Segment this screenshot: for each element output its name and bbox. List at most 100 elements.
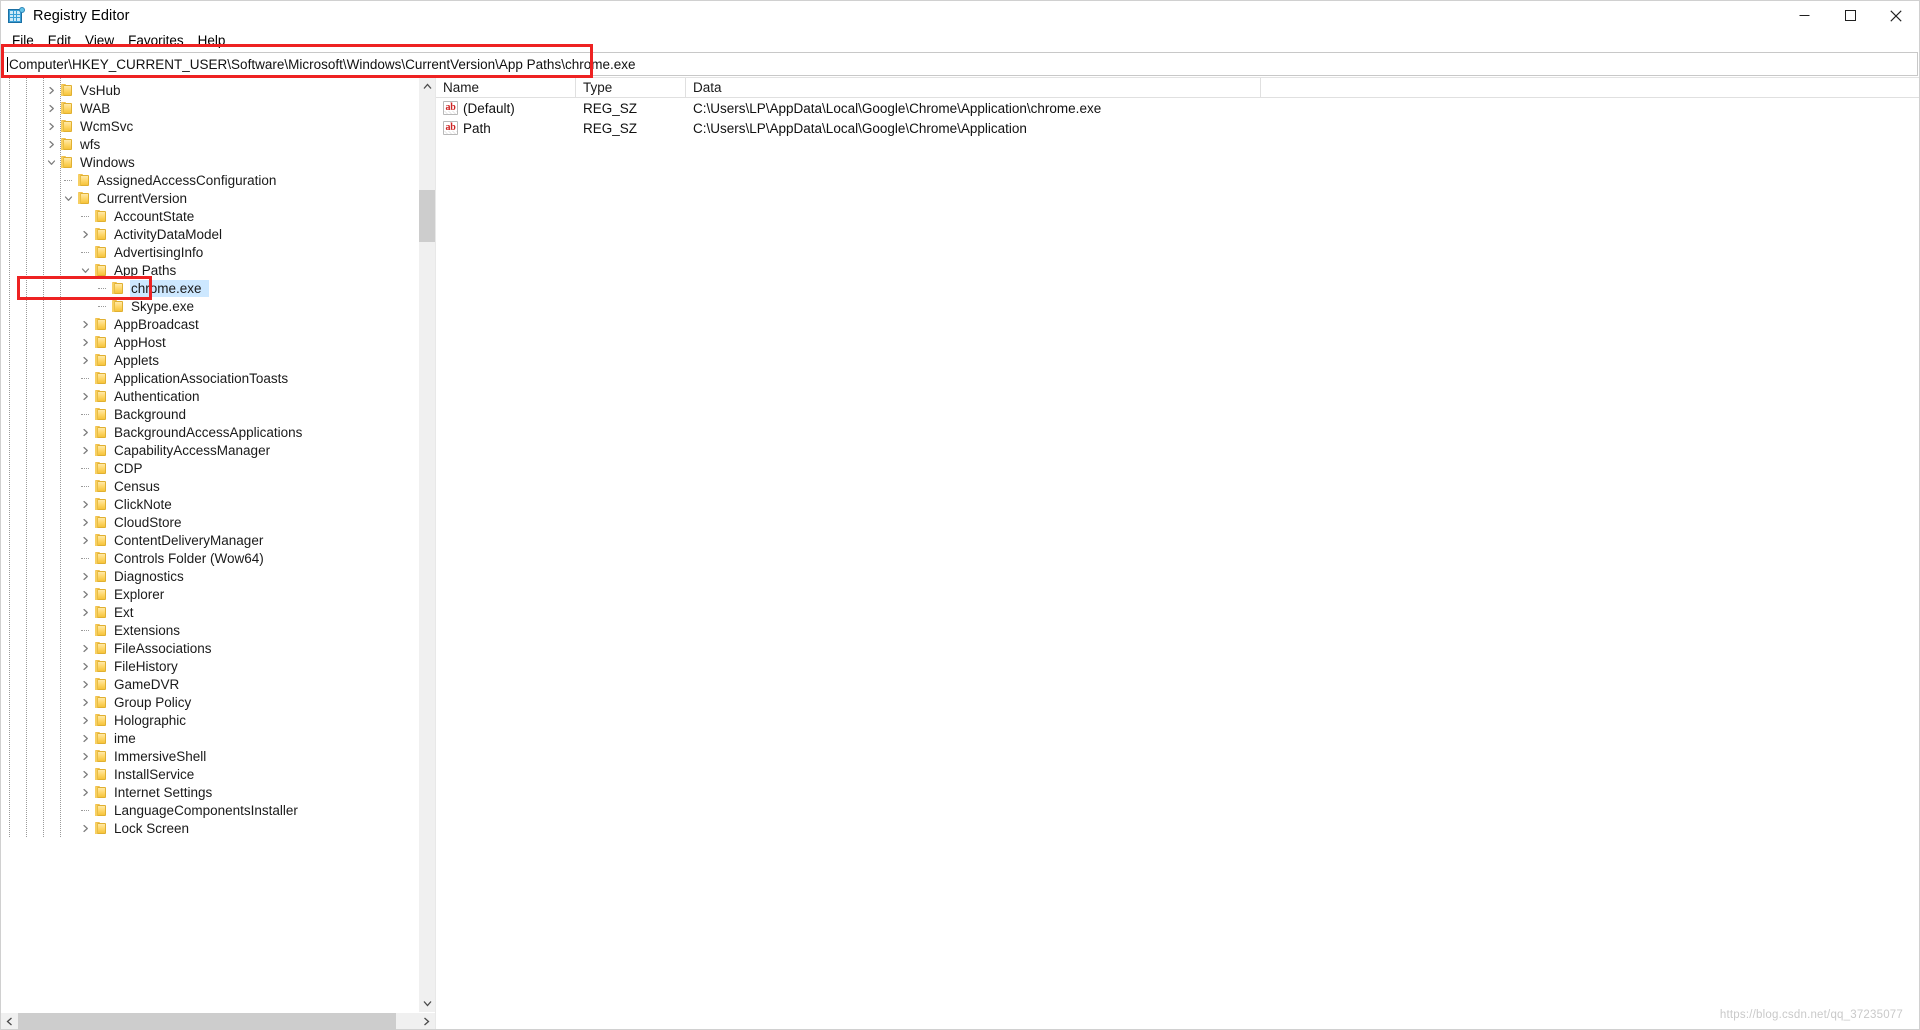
tree-expand-toggle[interactable] xyxy=(77,603,93,621)
tree-expand-toggle[interactable] xyxy=(77,585,93,603)
menu-help[interactable]: Help xyxy=(191,32,233,50)
minimize-button[interactable] xyxy=(1781,1,1827,30)
tree-expand-toggle[interactable] xyxy=(77,567,93,585)
tree-item[interactable]: Explorer xyxy=(1,585,418,603)
tree-item[interactable]: AdvertisingInfo xyxy=(1,243,418,261)
tree-item[interactable]: Extensions xyxy=(1,621,418,639)
tree-item[interactable]: Lock Screen xyxy=(1,819,418,837)
tree-item[interactable]: AssignedAccessConfiguration xyxy=(1,171,418,189)
tree-hscroll-track[interactable] xyxy=(18,1012,418,1030)
scroll-up-button[interactable] xyxy=(418,78,435,95)
tree-item-label: CDP xyxy=(114,460,143,476)
tree-item[interactable]: Census xyxy=(1,477,418,495)
table-row[interactable]: ab (Default) REG_SZ C:\Users\LP\AppData\Loc… xyxy=(436,98,1919,118)
tree-item[interactable]: ClickNote xyxy=(1,495,418,513)
menu-view[interactable]: View xyxy=(78,32,121,50)
tree-expand-toggle[interactable] xyxy=(77,441,93,459)
tree-collapse-toggle[interactable] xyxy=(77,261,93,279)
tree-item[interactable]: AccountState xyxy=(1,207,418,225)
tree-expand-toggle[interactable] xyxy=(77,765,93,783)
tree-expand-toggle[interactable] xyxy=(77,729,93,747)
tree-expand-toggle[interactable] xyxy=(77,693,93,711)
tree-item[interactable]: Authentication xyxy=(1,387,418,405)
tree-item[interactable]: App Paths xyxy=(1,261,418,279)
tree-scroll-thumb[interactable] xyxy=(418,190,435,242)
tree-expand-toggle[interactable] xyxy=(43,117,59,135)
scroll-left-button[interactable] xyxy=(1,1013,18,1030)
tree-item[interactable]: ApplicationAssociationToasts xyxy=(1,369,418,387)
tree-item[interactable]: WAB xyxy=(1,99,418,117)
tree-item[interactable]: ImmersiveShell xyxy=(1,747,418,765)
menu-file[interactable]: File xyxy=(5,32,41,50)
tree-expand-toggle[interactable] xyxy=(77,783,93,801)
tree-item[interactable]: AppHost xyxy=(1,333,418,351)
column-header-data[interactable]: Data xyxy=(686,78,1261,97)
column-header-type[interactable]: Type xyxy=(576,78,686,97)
tree-item[interactable]: Internet Settings xyxy=(1,783,418,801)
column-header-name[interactable]: Name xyxy=(436,78,576,97)
tree-item[interactable]: Group Policy xyxy=(1,693,418,711)
tree-item[interactable]: BackgroundAccessApplications xyxy=(1,423,418,441)
tree-expand-toggle[interactable] xyxy=(77,495,93,513)
tree-expand-toggle[interactable] xyxy=(77,675,93,693)
tree-expand-toggle[interactable] xyxy=(77,819,93,837)
tree-expand-toggle[interactable] xyxy=(77,657,93,675)
tree-expand-toggle[interactable] xyxy=(77,351,93,369)
tree-item[interactable]: FileAssociations xyxy=(1,639,418,657)
tree-expand-toggle[interactable] xyxy=(77,315,93,333)
tree-item[interactable]: CloudStore xyxy=(1,513,418,531)
tree-item[interactable]: WcmSvc xyxy=(1,117,418,135)
tree-expand-toggle[interactable] xyxy=(77,387,93,405)
tree-item[interactable]: ContentDeliveryManager xyxy=(1,531,418,549)
tree-item[interactable]: Windows xyxy=(1,153,418,171)
tree-expand-toggle[interactable] xyxy=(77,639,93,657)
table-row[interactable]: ab Path REG_SZ C:\Users\LP\AppData\Local\Go… xyxy=(436,118,1919,138)
tree-item[interactable]: FileHistory xyxy=(1,657,418,675)
tree-item[interactable]: LanguageComponentsInstaller xyxy=(1,801,418,819)
tree-item[interactable]: VsHub xyxy=(1,81,418,99)
tree-item[interactable]: Background xyxy=(1,405,418,423)
tree-item[interactable]: ActivityDataModel xyxy=(1,225,418,243)
value-name: (Default) xyxy=(463,100,515,116)
tree-expand-toggle[interactable] xyxy=(77,531,93,549)
tree-collapse-toggle[interactable] xyxy=(43,153,59,171)
tree-item[interactable]: ime xyxy=(1,729,418,747)
scroll-down-button[interactable] xyxy=(418,995,435,1012)
tree-item-label: ime xyxy=(114,730,136,746)
close-button[interactable] xyxy=(1873,1,1919,30)
tree-item[interactable]: wfs xyxy=(1,135,418,153)
tree-item[interactable]: Ext xyxy=(1,603,418,621)
tree-item[interactable]: Diagnostics xyxy=(1,567,418,585)
tree-hscroll-thumb[interactable] xyxy=(18,1012,396,1030)
tree-horizontal-scrollbar[interactable] xyxy=(1,1012,435,1030)
tree-item[interactable]: CDP xyxy=(1,459,418,477)
tree-expand-toggle[interactable] xyxy=(77,423,93,441)
tree-expand-toggle[interactable] xyxy=(77,747,93,765)
tree-scroll-track[interactable] xyxy=(418,95,435,995)
tree-expand-toggle[interactable] xyxy=(77,513,93,531)
tree-expand-toggle[interactable] xyxy=(77,711,93,729)
tree-collapse-toggle[interactable] xyxy=(60,189,76,207)
scroll-right-button[interactable] xyxy=(418,1013,435,1030)
tree-item[interactable]: Skype.exe xyxy=(1,297,418,315)
tree-expand-toggle[interactable] xyxy=(43,99,59,117)
menu-edit[interactable]: Edit xyxy=(41,32,78,50)
menu-favorites[interactable]: Favorites xyxy=(121,32,191,50)
tree-expand-toggle[interactable] xyxy=(77,225,93,243)
tree-item[interactable]: InstallService xyxy=(1,765,418,783)
tree-expand-toggle[interactable] xyxy=(77,333,93,351)
tree-item-selected[interactable]: chrome.exe xyxy=(1,279,418,297)
tree-item[interactable]: Controls Folder (Wow64) xyxy=(1,549,418,567)
maximize-button[interactable] xyxy=(1827,1,1873,30)
tree-item[interactable]: Holographic xyxy=(1,711,418,729)
address-bar[interactable]: Computer\HKEY_CURRENT_USER\Software\Micr… xyxy=(2,52,1918,76)
tree-expand-toggle[interactable] xyxy=(43,81,59,99)
tree-item[interactable]: Applets xyxy=(1,351,418,369)
tree-item[interactable]: GameDVR xyxy=(1,675,418,693)
tree-vertical-scrollbar[interactable] xyxy=(418,78,435,1012)
tree-expand-toggle[interactable] xyxy=(43,135,59,153)
values-column-header: Name Type Data xyxy=(436,78,1919,98)
tree-item[interactable]: AppBroadcast xyxy=(1,315,418,333)
tree-item[interactable]: CurrentVersion xyxy=(1,189,418,207)
tree-item[interactable]: CapabilityAccessManager xyxy=(1,441,418,459)
